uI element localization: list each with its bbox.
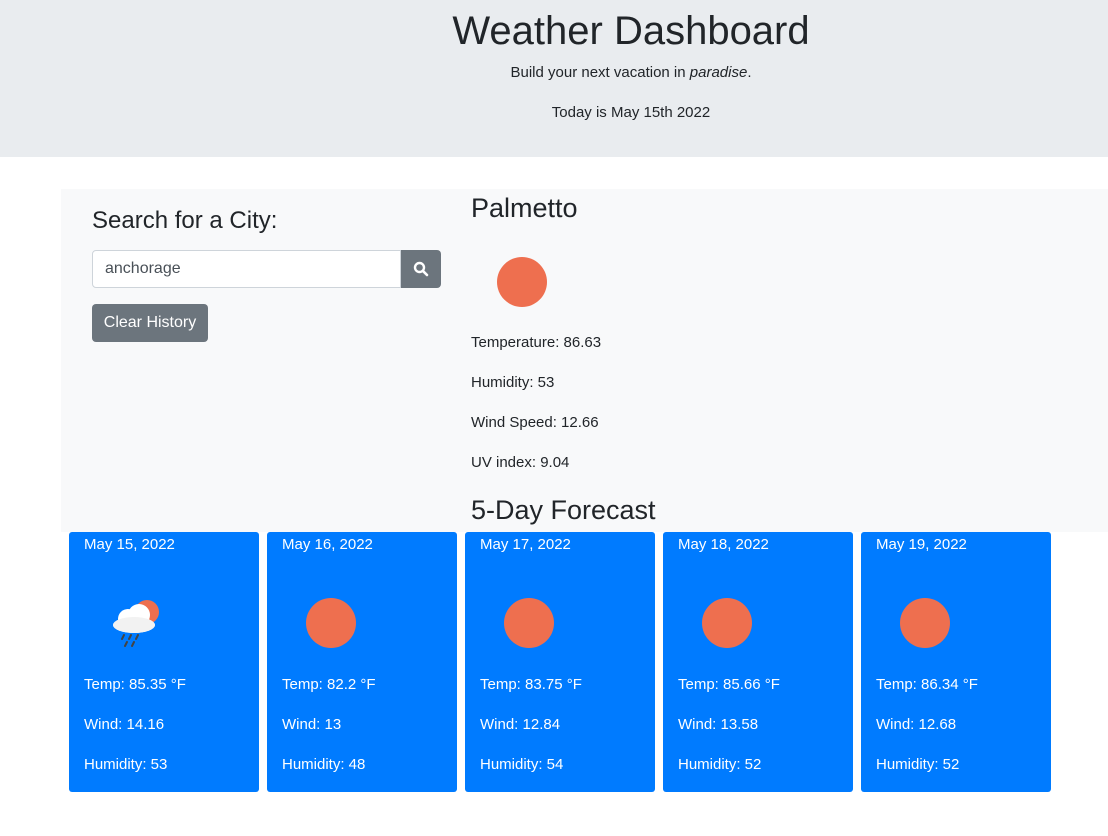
forecast-temp: Temp: 83.75 °F bbox=[480, 676, 582, 693]
forecast-date: May 15, 2022 bbox=[84, 536, 175, 553]
forecast-card: May 17, 2022 Temp: 83.75 °F Wind: 12.84 … bbox=[465, 532, 655, 792]
forecast-wind: Wind: 13 bbox=[282, 716, 342, 733]
forecast-humidity: Humidity: 54 bbox=[480, 756, 564, 773]
search-icon bbox=[413, 261, 429, 277]
forecast-date: May 17, 2022 bbox=[480, 536, 571, 553]
rain-cloud-sun-icon bbox=[113, 600, 159, 647]
tagline-emphasis: paradise bbox=[689, 64, 748, 81]
forecast-card: May 19, 2022 Temp: 86.34 °F Wind: 12.68 … bbox=[861, 532, 1051, 792]
tagline-prefix: Build your next vacation in bbox=[510, 64, 690, 81]
forecast-humidity: Humidity: 52 bbox=[678, 756, 762, 773]
search-heading: Search for a City: bbox=[92, 207, 278, 234]
header-jumbotron: Weather Dashboard Build your next vacati… bbox=[0, 0, 1108, 157]
sun-icon bbox=[306, 598, 356, 648]
forecast-date: May 18, 2022 bbox=[678, 536, 769, 553]
current-city-name: Palmetto bbox=[471, 193, 578, 223]
forecast-wind: Wind: 12.68 bbox=[876, 716, 957, 733]
main-panel bbox=[61, 189, 1108, 532]
forecast-temp: Temp: 85.35 °F bbox=[84, 676, 186, 693]
forecast-wind: Wind: 12.84 bbox=[480, 716, 561, 733]
sun-icon bbox=[702, 598, 752, 648]
forecast-humidity: Humidity: 52 bbox=[876, 756, 960, 773]
sun-icon bbox=[504, 598, 554, 648]
forecast-temp: Temp: 82.2 °F bbox=[282, 676, 376, 693]
forecast-card: May 15, 2022 Temp: 85.35 °F Wind: 14.16 … bbox=[69, 532, 259, 792]
forecast-temp: Temp: 85.66 °F bbox=[678, 676, 780, 693]
forecast-wind: Wind: 13.58 bbox=[678, 716, 759, 733]
city-search-input[interactable] bbox=[92, 250, 401, 288]
forecast-humidity: Humidity: 48 bbox=[282, 756, 366, 773]
current-temperature: Temperature: 86.63 bbox=[471, 334, 602, 351]
sun-icon bbox=[900, 598, 950, 648]
forecast-wind: Wind: 14.16 bbox=[84, 716, 165, 733]
forecast-date: May 16, 2022 bbox=[282, 536, 373, 553]
current-wind-speed: Wind Speed: 12.66 bbox=[471, 414, 599, 431]
page-title: Weather Dashboard bbox=[452, 9, 810, 53]
sun-icon bbox=[497, 257, 547, 307]
current-humidity: Humidity: 53 bbox=[471, 374, 555, 391]
forecast-heading: 5-Day Forecast bbox=[471, 495, 656, 525]
tagline-suffix: . bbox=[747, 64, 752, 81]
current-date: Today is May 15th 2022 bbox=[551, 104, 711, 121]
clear-history-button[interactable]: Clear History bbox=[92, 304, 208, 342]
forecast-card: May 18, 2022 Temp: 85.66 °F Wind: 13.58 … bbox=[663, 532, 853, 792]
forecast-temp: Temp: 86.34 °F bbox=[876, 676, 978, 693]
search-button[interactable] bbox=[401, 250, 441, 288]
forecast-humidity: Humidity: 53 bbox=[84, 756, 168, 773]
header-tagline: Build your next vacation in paradise. bbox=[0, 63, 1108, 83]
forecast-date: May 19, 2022 bbox=[876, 536, 967, 553]
current-uv-index: UV index: 9.04 bbox=[471, 454, 570, 471]
forecast-card: May 16, 2022 Temp: 82.2 °F Wind: 13 Humi… bbox=[267, 532, 457, 792]
